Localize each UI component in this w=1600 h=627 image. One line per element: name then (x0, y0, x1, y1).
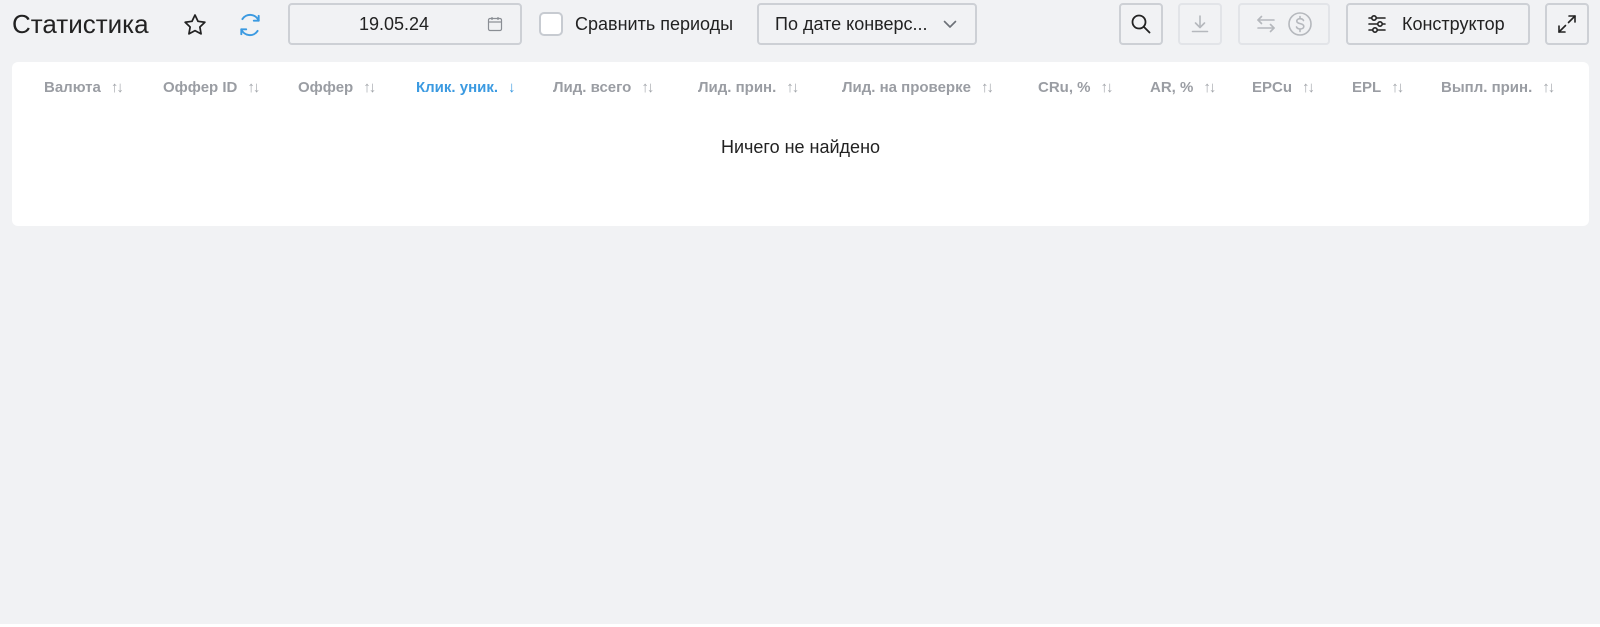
sort-arrows-icon: ↑↓ (247, 79, 260, 96)
column-label: Лид. всего (553, 79, 632, 96)
sort-arrows-icon: ↑↓ (1302, 79, 1315, 96)
download-button[interactable] (1178, 3, 1222, 45)
sort-arrows-icon: ↑↓ (1542, 79, 1555, 96)
column-label: Валюта (44, 79, 101, 96)
column-label: Оффер ID (163, 79, 238, 96)
star-icon (184, 14, 206, 35)
column-header-offer-id[interactable]: Оффер ID ↑↓ (163, 79, 260, 96)
compare-periods-checkbox[interactable] (539, 12, 563, 36)
sliders-icon (1368, 14, 1386, 34)
sort-arrows-icon: ↑↓ (1391, 79, 1404, 96)
empty-state-message: Ничего не найдено (720, 137, 881, 157)
currency-convert-button[interactable] (1238, 3, 1330, 45)
sort-desc-icon: ↓ (508, 79, 515, 96)
fullscreen-button[interactable] (1545, 3, 1589, 45)
toolbar: Статистика 19.05.24 Сравнить периоды По … (0, 0, 1600, 50)
column-label: EPCu (1252, 79, 1293, 96)
column-header-offer[interactable]: Оффер ↑↓ (298, 79, 376, 96)
favorite-button[interactable] (178, 8, 212, 42)
column-header-cru[interactable]: CRu, % ↑↓ (1038, 79, 1114, 96)
refresh-button[interactable] (233, 8, 267, 42)
column-label: Оффер (298, 79, 354, 96)
column-label: CRu, % (1038, 79, 1091, 96)
column-header-leads-accepted[interactable]: Лид. прин. ↑↓ (698, 79, 799, 96)
compare-periods-label: Сравнить периоды (575, 13, 734, 34)
column-label: Лид. на проверке (842, 79, 971, 96)
search-button[interactable] (1119, 3, 1163, 45)
sort-arrows-icon: ↑↓ (1100, 79, 1114, 96)
compare-periods[interactable]: Сравнить периоды (539, 10, 733, 38)
column-header-unique-clicks[interactable]: Клик. уник. ↓ (416, 79, 515, 96)
constructor-button[interactable]: Конструктор (1346, 3, 1530, 45)
column-header-ar[interactable]: AR, % ↑↓ (1150, 79, 1216, 96)
date-value: 19.05.24 (358, 13, 430, 34)
sort-arrows-icon: ↑↓ (786, 79, 799, 96)
column-header-leads-pending[interactable]: Лид. на проверке ↑↓ (842, 79, 994, 96)
search-icon (1131, 14, 1151, 34)
sort-arrows-icon: ↑↓ (110, 79, 124, 96)
column-header-epl[interactable]: EPL ↑↓ (1352, 79, 1404, 96)
page-title: Статистика (12, 9, 149, 39)
column-label: Лид. прин. (698, 79, 777, 96)
column-label: EPL (1352, 79, 1382, 96)
column-header-currency[interactable]: Валюта ↑↓ (44, 79, 124, 96)
chevron-down-icon (943, 20, 957, 28)
table-header: Валюта ↑↓ Оффер ID ↑↓ Оффер ↑↓ Клик. уни… (12, 79, 1589, 105)
sort-arrows-icon: ↑↓ (1203, 79, 1216, 96)
date-mode-value: По дате конверс... (775, 13, 928, 34)
expand-icon (1558, 15, 1576, 33)
constructor-label: Конструктор (1402, 13, 1505, 34)
column-header-epcu[interactable]: EPCu ↑↓ (1252, 79, 1315, 96)
dollar-circle-icon (1288, 12, 1312, 36)
column-label: Клик. уник. (416, 79, 499, 96)
swap-arrows-icon (1257, 15, 1275, 33)
calendar-icon (484, 16, 506, 32)
column-label: Выпл. прин. (1441, 79, 1533, 96)
column-header-payout-accepted[interactable]: Выпл. прин. ↑↓ (1441, 79, 1555, 96)
date-range-field[interactable]: 19.05.24 (288, 3, 522, 45)
download-icon (1191, 15, 1209, 33)
statistics-table-panel: Валюта ↑↓ Оффер ID ↑↓ Оффер ↑↓ Клик. уни… (12, 62, 1589, 226)
column-label: AR, % (1150, 79, 1194, 96)
refresh-icon (240, 13, 260, 37)
sort-arrows-icon: ↑↓ (641, 79, 654, 96)
sort-arrows-icon: ↑↓ (980, 79, 994, 96)
column-header-leads-total[interactable]: Лид. всего ↑↓ (553, 79, 654, 96)
date-mode-select[interactable]: По дате конверс... (757, 3, 977, 45)
sort-arrows-icon: ↑↓ (363, 79, 376, 96)
